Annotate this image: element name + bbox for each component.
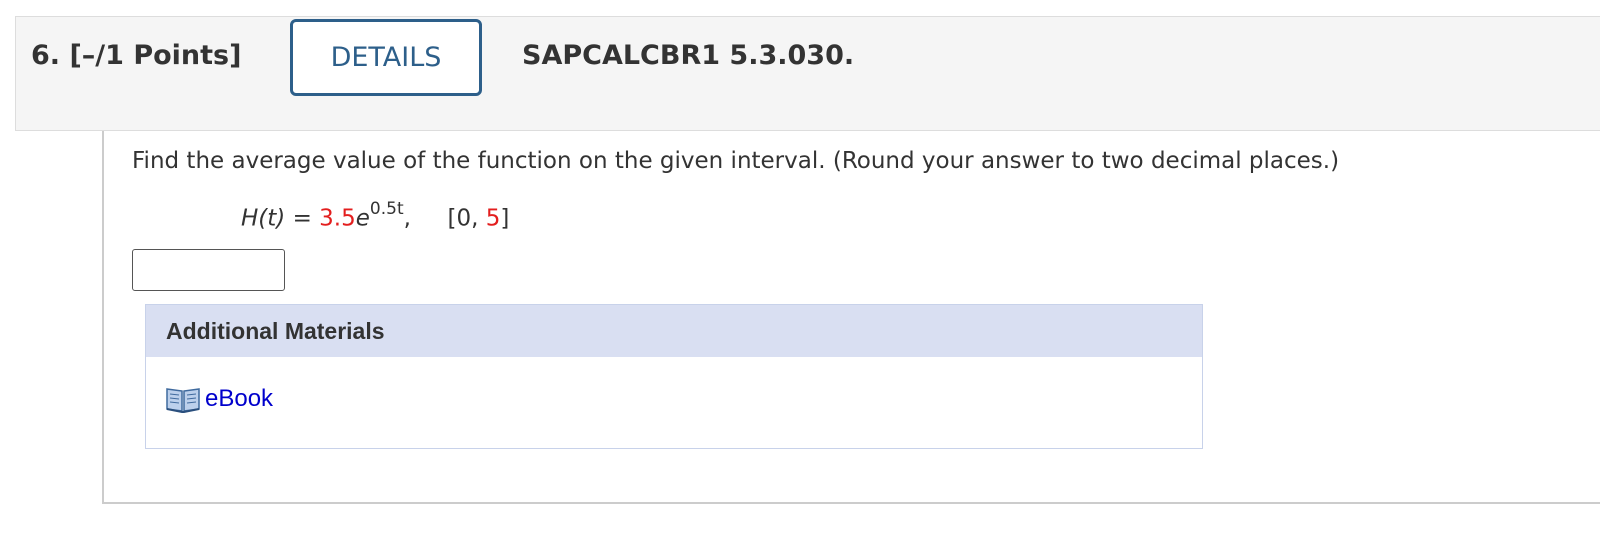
question-header [15,16,1600,131]
answer-input[interactable] [132,249,285,291]
formula-coefficient: 3.5 [319,205,356,232]
formula-base: e [355,205,370,232]
question-prompt: Find the average value of the function o… [132,148,1340,174]
formula-exponent: 0.5t [369,199,404,219]
formula-comma: , [403,205,411,232]
ebook-label: eBook [205,385,274,412]
question-code: SAPCALCBR1 5.3.030. [522,40,855,71]
formula-equals: = [292,205,312,232]
details-button[interactable]: DETAILS [290,19,482,96]
additional-materials-panel: Additional Materials eBook [145,304,1203,449]
function-formula: H(t) = 3.5e0.5t, [0, 5] [241,199,510,232]
interval-end: 5 [485,205,501,232]
formula-lhs: H(t) [241,205,286,232]
additional-materials-heading: Additional Materials [146,305,1202,357]
book-icon [166,385,200,413]
interval-open: [0, [447,205,486,232]
question-number-points: 6. [–/1 Points] [31,40,242,71]
ebook-link[interactable]: eBook [166,385,273,413]
interval-close: ] [500,205,510,232]
